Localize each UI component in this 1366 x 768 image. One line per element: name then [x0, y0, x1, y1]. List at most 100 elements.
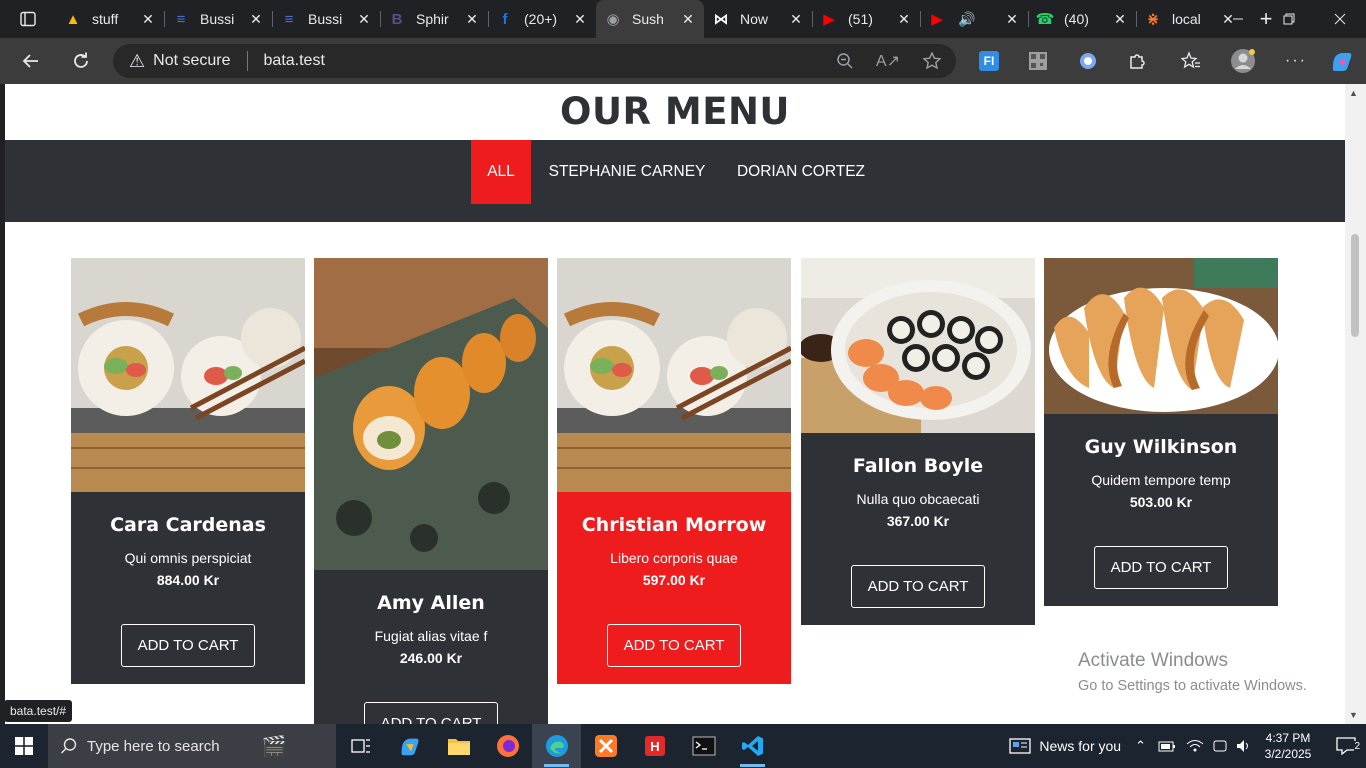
settings-menu-button[interactable]: ··· [1280, 45, 1312, 77]
xampp-icon [594, 735, 617, 757]
edge-button[interactable] [532, 724, 581, 768]
back-button[interactable] [15, 45, 47, 77]
close-tab-icon[interactable]: ✕ [356, 11, 372, 28]
url-text[interactable]: bata.test [264, 52, 325, 70]
favorites-button[interactable] [1175, 45, 1207, 77]
meeting-icon[interactable] [1212, 739, 1228, 753]
system-tray: News for you ⌃ 4:37 PM 3/2/2025 2 [1009, 724, 1366, 768]
address-bar-actions: A↗ [836, 44, 942, 78]
menu-card: Amy Allen Fugiat alias vitae f 246.00 Kr… [314, 258, 548, 724]
extension-fi-button[interactable]: FI [973, 45, 1005, 77]
sushi-roll-image [557, 258, 791, 492]
sushi-plate-image [314, 258, 548, 570]
tab-actions-icon [20, 11, 36, 27]
heidisql-button[interactable]: H [630, 724, 679, 768]
gyoza-image [1044, 258, 1278, 414]
favorites-list-icon [1181, 51, 1200, 69]
chevron-up-icon[interactable]: ⌃ [1135, 738, 1146, 754]
file-explorer-button[interactable] [434, 724, 483, 768]
add-to-cart-button[interactable]: ADD TO CART [364, 702, 498, 724]
close-tab-icon[interactable]: ✕ [680, 11, 696, 28]
browser-tab[interactable]: ≡ Bussi ✕ [164, 0, 272, 38]
close-tab-icon[interactable]: ✕ [248, 11, 264, 28]
close-tab-icon[interactable]: ✕ [140, 11, 156, 28]
minimize-button[interactable] [1212, 0, 1264, 38]
extension-qr-button[interactable] [1022, 45, 1054, 77]
battery-icon[interactable] [1158, 739, 1176, 753]
browser-tab[interactable]: ◉ Sush ✕ [596, 0, 704, 38]
wifi-icon[interactable] [1186, 739, 1204, 753]
extension-lens-button[interactable] [1072, 45, 1104, 77]
page-scrollbar[interactable]: ▲ ▼ [1345, 84, 1366, 724]
close-tab-icon[interactable]: ✕ [896, 11, 912, 28]
tab-label: Bussi [200, 11, 235, 27]
close-tab-icon[interactable]: ✕ [464, 11, 480, 28]
add-to-cart-button[interactable]: ADD TO CART [851, 565, 985, 608]
xampp-button[interactable] [581, 724, 630, 768]
taskbar-search-box[interactable]: Type here to search 🎬 [48, 724, 336, 768]
filter-all[interactable]: ALL [471, 140, 531, 204]
tab-label: (51) [848, 11, 873, 27]
restore-button[interactable] [1263, 0, 1315, 38]
browser-tab[interactable]: ☎ (40) ✕ [1028, 0, 1136, 38]
add-to-cart-button[interactable]: ADD TO CART [121, 624, 255, 667]
close-tab-icon[interactable]: ✕ [1004, 11, 1020, 28]
scroll-up-icon[interactable]: ▲ [1349, 88, 1358, 98]
firefox-button[interactable] [483, 724, 532, 768]
task-view-button[interactable] [336, 724, 385, 768]
task-view-icon [350, 739, 370, 753]
browser-tab[interactable]: f (20+) ✕ [488, 0, 596, 38]
address-bar[interactable]: ⚠ Not secure bata.test A↗ [113, 44, 956, 78]
browser-tab[interactable]: ▶ 🔊 ✕ [920, 0, 1028, 38]
copilot-taskbar-button[interactable] [385, 724, 434, 768]
tab-actions-button[interactable] [0, 0, 56, 38]
docs-icon: ≡ [176, 10, 186, 28]
news-label[interactable]: News for you [1039, 738, 1121, 754]
clock[interactable]: 4:37 PM 3/2/2025 [1260, 730, 1316, 762]
speaker-icon[interactable]: 🔊 [958, 11, 998, 28]
zoom-icon[interactable] [836, 52, 854, 70]
reload-button[interactable] [65, 45, 97, 77]
whatsapp-icon: ☎ [1035, 11, 1055, 28]
profile-button[interactable] [1227, 45, 1259, 77]
volume-icon[interactable] [1236, 739, 1252, 753]
browser-tab[interactable]: ⋈ Now ✕ [704, 0, 812, 38]
vscode-button[interactable] [728, 724, 777, 768]
terminal-button[interactable] [679, 724, 728, 768]
activate-windows-watermark: Activate Windows Go to Settings to activ… [1078, 650, 1307, 694]
security-label[interactable]: Not secure [153, 52, 230, 70]
scrollbar-thumb[interactable] [1351, 234, 1359, 337]
menu-page: OUR MENU ALL STEPHANIE CARNEY DORIAN COR… [5, 84, 1345, 724]
copilot-button[interactable] [1326, 45, 1358, 77]
notification-icon [1336, 737, 1356, 755]
close-tab-icon[interactable]: ✕ [788, 11, 804, 28]
browser-tab[interactable]: B Sphir ✕ [380, 0, 488, 38]
scroll-down-icon[interactable]: ▼ [1349, 710, 1358, 720]
filter-bar: ALL STEPHANIE CARNEY DORIAN CORTEZ [5, 140, 1345, 222]
extensions-button[interactable] [1121, 45, 1153, 77]
docs-icon: ≡ [284, 10, 294, 28]
filter-stephanie-carney[interactable]: STEPHANIE CARNEY [543, 140, 711, 204]
read-aloud-icon[interactable]: A↗ [876, 51, 900, 71]
news-icon[interactable] [1009, 737, 1032, 755]
notification-count: 2 [1354, 741, 1360, 752]
edge-icon [545, 735, 568, 757]
browser-tab[interactable]: ▲ stuff ✕ [56, 0, 164, 38]
item-name: Guy Wilkinson [1084, 436, 1238, 458]
copilot-icon [400, 738, 419, 756]
favorite-star-icon[interactable] [922, 51, 942, 71]
start-button[interactable] [0, 724, 48, 768]
close-tab-icon[interactable]: ✕ [1112, 11, 1128, 28]
sushi-roll-photo [71, 258, 305, 492]
notification-center-button[interactable]: 2 [1326, 724, 1366, 768]
bootstrap-icon: B [391, 10, 403, 28]
browser-tab[interactable]: ▶ (51) ✕ [812, 0, 920, 38]
close-window-button[interactable] [1314, 0, 1366, 38]
add-to-cart-button[interactable]: ADD TO CART [1094, 546, 1228, 589]
search-placeholder[interactable]: Type here to search [87, 738, 220, 755]
filter-dorian-cortez[interactable]: DORIAN CORTEZ [727, 140, 875, 204]
menu-card: Christian Morrow Libero corporis quae 59… [557, 258, 791, 684]
close-tab-icon[interactable]: ✕ [572, 11, 588, 28]
browser-tab[interactable]: ≡ Bussi ✕ [272, 0, 380, 38]
add-to-cart-button[interactable]: ADD TO CART [607, 624, 741, 667]
